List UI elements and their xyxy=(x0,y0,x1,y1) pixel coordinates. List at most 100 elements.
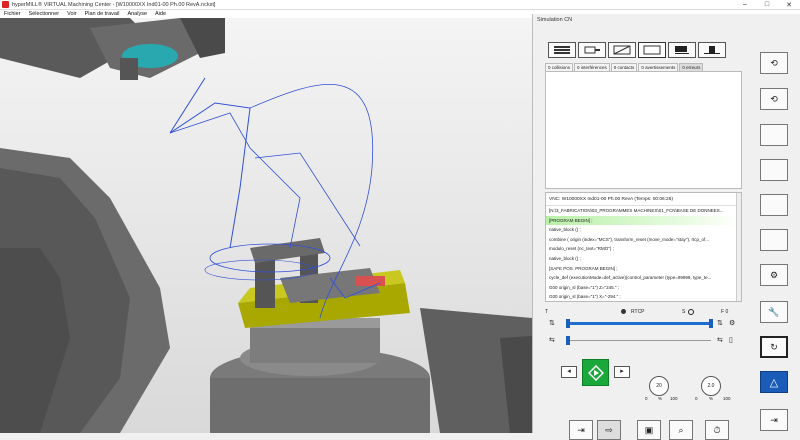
nc-line[interactable]: native_block () ; xyxy=(546,225,741,235)
status-feed: F 0 xyxy=(721,308,729,315)
lines-view-button[interactable] xyxy=(548,42,576,58)
report-button[interactable]: ⇥ xyxy=(569,420,593,440)
settings-icon[interactable]: ⚙ xyxy=(729,319,735,327)
nc-line[interactable]: cycle_def (executionMode=def_active)(con… xyxy=(546,273,741,283)
machine-icon: ⚙ xyxy=(769,269,779,280)
slow-icon[interactable]: ⇆ xyxy=(549,336,555,344)
timer-icon: ⏱ xyxy=(713,424,721,435)
step-back-icon[interactable]: ⇅ xyxy=(549,319,555,327)
machine-icon xyxy=(675,46,689,54)
nc-line[interactable]: [N:\3_FABRICATION\03_PROGRAMMES MACHINES… xyxy=(546,206,741,216)
side-button-4[interactable] xyxy=(760,159,788,181)
window-title: hyperMILL® VIRTUAL Machining Center - [W… xyxy=(12,1,216,8)
side-button-5[interactable] xyxy=(760,194,788,216)
menu-fichier[interactable]: Fichier xyxy=(4,11,21,17)
menu-aide[interactable]: Aide xyxy=(155,11,166,17)
results-list[interactable] xyxy=(545,71,742,189)
nc-line[interactable]: [SAFE POS. PROGRAM BEGIN] ; xyxy=(546,264,741,274)
position-slider[interactable] xyxy=(567,322,711,325)
exit-icon: ⇥ xyxy=(770,414,778,425)
controller-panel-icon: ▣ xyxy=(644,424,654,435)
speed-dial[interactable]: 20 xyxy=(649,376,669,396)
menu-voir[interactable]: Voir xyxy=(67,11,76,17)
empty-view-button[interactable] xyxy=(638,42,666,58)
play-icon xyxy=(587,364,604,381)
rate-unit: % xyxy=(709,396,714,401)
speed-dial-value: 20 xyxy=(656,383,662,389)
menu-analyse[interactable]: Analyse xyxy=(127,11,147,17)
speed-slider[interactable] xyxy=(567,340,711,341)
speed-knob[interactable] xyxy=(566,336,570,345)
rate-dial[interactable]: 2.0 xyxy=(701,376,721,396)
nc-line[interactable]: G00 origin_sl (base="1") Z="245." ; xyxy=(546,283,741,293)
status-rtcp: RTCP xyxy=(631,308,645,315)
report-icon: ⇥ xyxy=(577,424,585,435)
stock-view-button[interactable] xyxy=(608,42,636,58)
side-button-sync-2[interactable]: ⟲ xyxy=(760,88,788,110)
nc-line[interactable]: modulo_reset (nc_text="RMO") ; xyxy=(546,244,741,254)
rate-max: 100 xyxy=(723,396,731,401)
tool-view-button[interactable] xyxy=(578,42,606,58)
side-button-3[interactable] xyxy=(760,124,788,146)
position-end-knob[interactable] xyxy=(709,319,713,328)
controller-icon xyxy=(704,46,720,54)
machine-3d-viewport[interactable] xyxy=(0,18,532,433)
side-button-machine[interactable]: ⚙ xyxy=(760,264,788,286)
menu-plan-de-travail[interactable]: Plan de travail xyxy=(85,11,120,17)
nc-line[interactable]: combine ( origin (index="MCS"), transfor… xyxy=(546,235,741,245)
controller-button[interactable]: ▣ xyxy=(637,420,661,440)
rate-min: 0 xyxy=(695,396,698,401)
wrench-icon: 🔧 xyxy=(768,306,780,317)
lines-icon xyxy=(554,46,570,54)
step-backward-button[interactable]: ◂ xyxy=(561,366,577,378)
speed-unit: % xyxy=(658,396,663,401)
play-button[interactable] xyxy=(582,359,609,386)
status-spindle: S xyxy=(682,308,686,315)
mode-toolbar xyxy=(548,42,726,58)
fast-icon[interactable]: ⇆ xyxy=(717,336,723,344)
nc-header: VNC: W10000XX Ind01-00 Ph.00 RevA (Temps… xyxy=(546,193,741,206)
side-button-loop[interactable]: ↻ xyxy=(760,336,788,358)
nc-line[interactable]: G00 origin_sl (base="1") X="-294." ; xyxy=(546,292,741,301)
side-button-sync-1[interactable]: ⟲ xyxy=(760,52,788,74)
maximize-button[interactable]: □ xyxy=(756,1,778,9)
export-icon[interactable]: ▯ xyxy=(729,336,733,344)
step-forward-icon[interactable]: ⇅ xyxy=(717,319,723,327)
sync-icon: ⟲ xyxy=(770,93,778,104)
close-button[interactable]: ✕ xyxy=(778,1,800,9)
status-row: T RTCP S F 0 xyxy=(545,307,742,316)
forward-button[interactable]: ⇨ xyxy=(597,420,621,440)
warning-triangle-icon: △ xyxy=(769,376,779,389)
minimize-button[interactable]: – xyxy=(734,1,756,9)
simulation-panel: Simulation CN ✕ 0 collisions 0 interfére… xyxy=(532,14,767,440)
machine-view-button[interactable] xyxy=(668,42,696,58)
side-button-warning[interactable]: △ xyxy=(760,371,788,393)
step-backward-icon: ◂ xyxy=(567,368,571,375)
title-bar: hyperMILL® VIRTUAL Machining Center - [W… xyxy=(0,0,800,10)
measure-button[interactable]: ⌕ xyxy=(669,420,693,440)
side-button-6[interactable] xyxy=(760,229,788,251)
panel-title: Simulation CN xyxy=(537,17,573,23)
speed-slider-row: ⇆ ⇆ ▯ xyxy=(549,336,739,346)
rate-dial-value: 2.0 xyxy=(707,383,715,389)
window-icon xyxy=(643,45,661,55)
speed-min: 0 xyxy=(645,396,648,401)
nc-program-listing[interactable]: VNC: W10000XX Ind01-00 Ph.00 RevA (Temps… xyxy=(545,192,742,302)
step-forward-button[interactable]: ▸ xyxy=(614,366,630,378)
side-button-tools[interactable]: 🔧 xyxy=(760,301,788,323)
nc-line-current[interactable]: [PROGRAM BEGIN] ; xyxy=(546,215,741,226)
sync-icon: ⟲ xyxy=(770,57,778,68)
position-start-knob[interactable] xyxy=(566,319,570,328)
controller-view-button[interactable] xyxy=(698,42,726,58)
stock-icon xyxy=(613,45,631,55)
side-toolbar: ⟲ ⟲ ⚙ 🔧 ↻ △ ⇥ xyxy=(750,14,800,433)
loop-icon: ↻ xyxy=(770,341,778,352)
window-controls: – □ ✕ xyxy=(734,1,800,9)
nc-scrollbar[interactable] xyxy=(736,193,741,301)
menu-selectionner[interactable]: Sélectionner xyxy=(29,11,60,17)
nc-line[interactable]: native_block () ; xyxy=(546,254,741,264)
timer-button[interactable]: ⏱ xyxy=(705,420,729,440)
side-button-exit[interactable]: ⇥ xyxy=(760,409,788,431)
spindle-stop-icon xyxy=(688,308,694,315)
status-tool: T xyxy=(545,308,549,315)
